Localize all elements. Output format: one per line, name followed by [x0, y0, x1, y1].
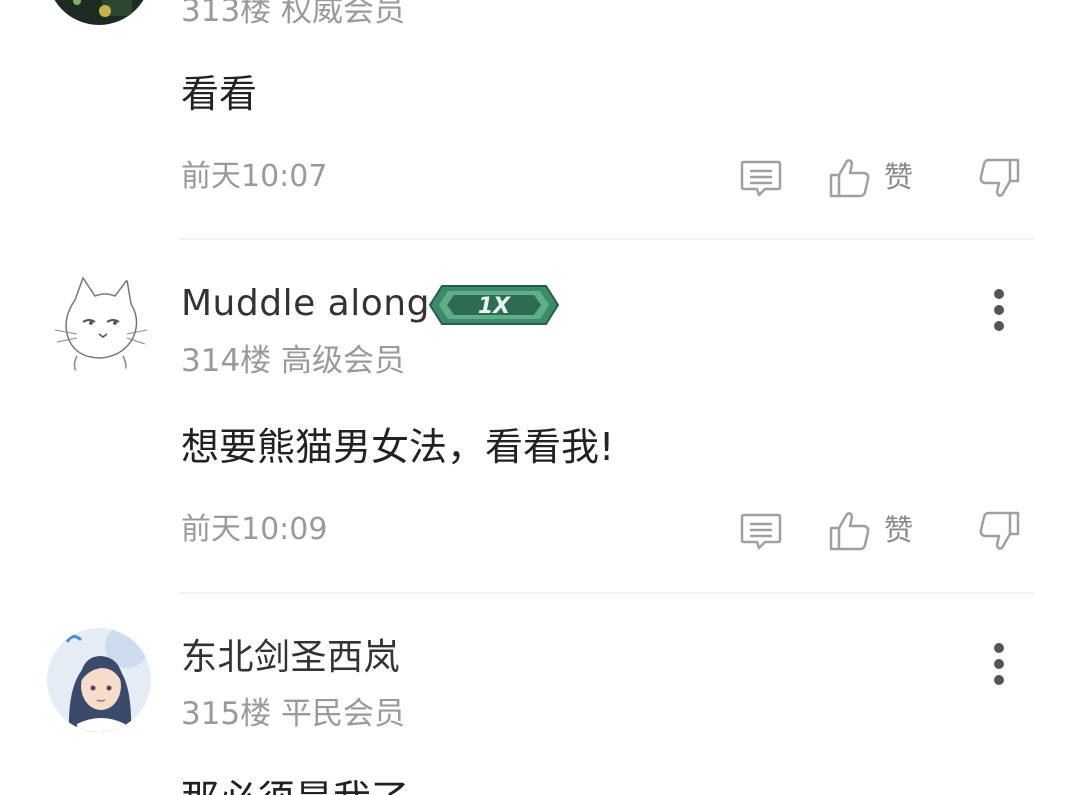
- comment-meta: 314楼 高级会员: [181, 341, 405, 381]
- comment-meta: 315楼 平民会员: [181, 694, 405, 734]
- level-badge-icon: 1X: [428, 285, 560, 325]
- more-button[interactable]: [984, 287, 1014, 333]
- member-level: 权威会员: [281, 0, 406, 29]
- avatar[interactable]: [47, 272, 151, 376]
- dislike-button[interactable]: [977, 510, 1021, 556]
- avatar[interactable]: [47, 628, 151, 732]
- avatar-image: [47, 628, 151, 732]
- level-badge-text: 1X: [478, 294, 511, 319]
- thumbs-up-icon: [829, 512, 870, 551]
- avatar[interactable]: [47, 0, 151, 25]
- comment-content: 那必须是我了: [181, 775, 409, 795]
- thumbs-up-icon: [829, 159, 870, 198]
- comment-content: 看看: [181, 72, 258, 116]
- thumbs-down-icon: [979, 511, 1020, 550]
- username[interactable]: 东北剑圣西岚: [181, 636, 400, 680]
- floor-number: 313楼: [181, 0, 272, 29]
- username[interactable]: Muddle along: [181, 282, 430, 326]
- dislike-button[interactable]: [977, 157, 1021, 203]
- comment-icon: [740, 160, 782, 197]
- avatar-image: [47, 272, 151, 376]
- reply-button[interactable]: [740, 157, 782, 203]
- level-badge[interactable]: 1X: [428, 284, 560, 330]
- thumbs-down-icon: [979, 158, 1020, 197]
- reply-button[interactable]: [740, 510, 782, 556]
- like-label: 赞: [884, 513, 914, 547]
- comment-list: 313楼 权威会员 看看 前天10:07 赞 Muddle along 1X 3…: [0, 0, 1080, 795]
- divider: [180, 592, 1034, 594]
- divider: [180, 238, 1034, 240]
- like-button[interactable]: [828, 510, 872, 556]
- floor-number: 314楼: [181, 343, 272, 379]
- more-vertical-icon: [994, 643, 1004, 685]
- avatar-image: [47, 0, 151, 25]
- like-label: 赞: [884, 160, 914, 194]
- comment-time: 前天10:09: [181, 512, 328, 547]
- more-vertical-icon: [994, 289, 1004, 331]
- comment-meta: 313楼 权威会员: [181, 0, 405, 31]
- like-button[interactable]: [828, 157, 872, 203]
- comment-time: 前天10:07: [181, 159, 328, 194]
- member-level: 平民会员: [281, 696, 406, 732]
- comment-content: 想要熊猫男女法，看看我!: [181, 425, 615, 469]
- member-level: 高级会员: [281, 343, 406, 379]
- more-button[interactable]: [984, 641, 1014, 687]
- comment-icon: [740, 513, 782, 550]
- floor-number: 315楼: [181, 696, 272, 732]
